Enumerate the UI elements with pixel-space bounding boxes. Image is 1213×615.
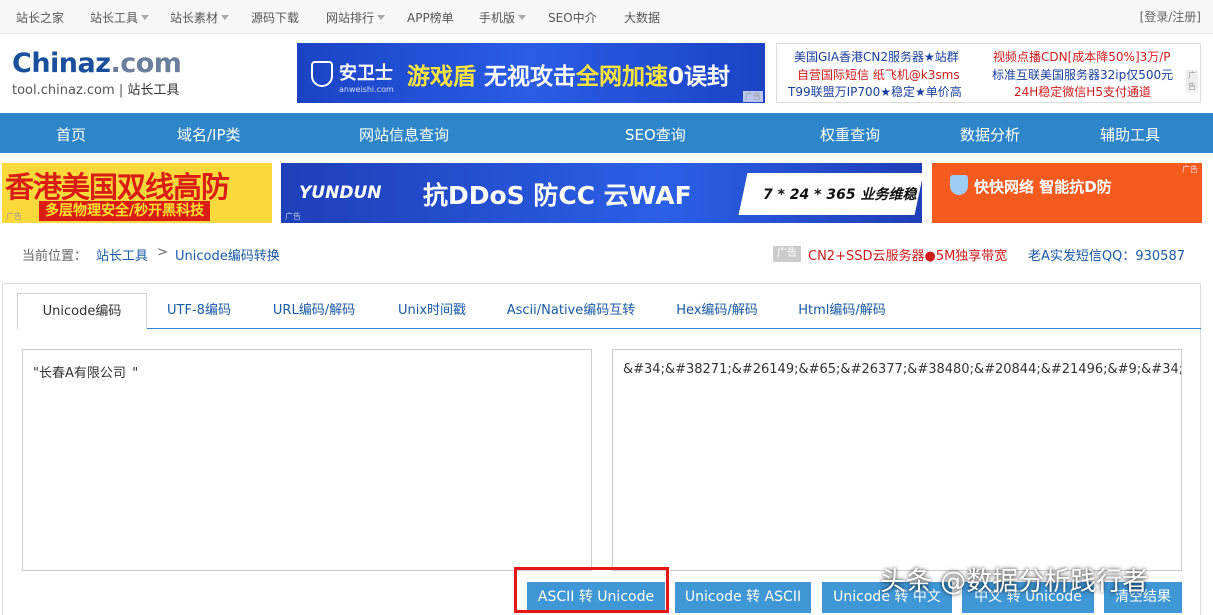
ad-tag: 广告 [1186, 70, 1198, 92]
logo-subtitle: tool.chinaz.com | 站长工具 [12, 83, 180, 98]
main-nav: 首页 域名/IP类 网站信息查询 SEO查询 权重查询 数据分析 辅助工具 [0, 113, 1213, 153]
mainnav-item-site-info[interactable]: 网站信息查询 [359, 124, 449, 145]
ad-brand: 安卫士 anweishi.com [339, 63, 394, 94]
ad-banner-hk-us[interactable]: 香港美国双线高防 多层物理安全/秒开黑科技 广告 [2, 163, 272, 223]
breadcrumb-link-tools[interactable]: 站长工具 [96, 245, 148, 264]
ad-link[interactable]: T99联盟万IP700★稳定★单价高 [788, 83, 962, 100]
breadcrumb-prefix: 当前位置： [22, 249, 88, 264]
topnav-item-home[interactable]: 站长之家 [16, 9, 64, 26]
chevron-down-icon [141, 15, 150, 20]
ad-link[interactable]: 自营国际短信 纸飞机@k3sms [797, 66, 960, 83]
tab-hex[interactable]: Hex编码/解码 [672, 293, 762, 329]
tab-url[interactable]: URL编码/解码 [269, 293, 359, 329]
highlight-box [514, 567, 669, 613]
tab-html[interactable]: Html编码/解码 [796, 293, 888, 329]
logo-wordmark: Chinaz.com [12, 48, 182, 79]
ad-subtitle: 多层物理安全/秒开黑科技 [39, 201, 211, 221]
login-link[interactable]: [登录/注册] [1140, 8, 1201, 25]
topnav-item-material[interactable]: 站长素材 [170, 9, 230, 26]
mainnav-item-domain-ip[interactable]: 域名/IP类 [177, 124, 241, 145]
mainnav-item-home[interactable]: 首页 [56, 124, 86, 145]
ad-tag: 广告 [285, 212, 301, 221]
ad-link[interactable]: 标准互联美国服务器32ip仅500元 [992, 66, 1173, 83]
source-textarea[interactable]: "长春A有限公司 " [22, 349, 592, 571]
topnav-item-app[interactable]: APP榜单 [407, 9, 454, 26]
topnav-item-source[interactable]: 源码下载 [251, 9, 299, 26]
tab-bar: Unicode编码 UTF-8编码 URL编码/解码 Unix时间戳 Ascii… [17, 293, 1201, 330]
ad-tag: 广告 [743, 91, 763, 102]
tab-utf8[interactable]: UTF-8编码 [162, 293, 236, 329]
ad-service-text: 7 * 24 * 365 业务维稳 [763, 187, 917, 203]
ad-brand: YUNDUN [299, 183, 382, 203]
ad-banner-anweishi[interactable]: 安卫士 anweishi.com 游戏盾 无视攻击全网加速0误封 广告 [297, 43, 765, 103]
breadcrumb-current: Unicode编码转换 [175, 249, 280, 264]
mainnav-item-seo[interactable]: SEO查询 [625, 124, 686, 145]
mainnav-item-analytics[interactable]: 数据分析 [960, 124, 1020, 145]
breadcrumb: 当前位置： 站长工具 > Unicode编码转换 广告 CN2+SSD云服务器●… [0, 232, 1213, 274]
ad-title: 香港美国双线高防 [5, 170, 230, 204]
tab-unix-time[interactable]: Unix时间戳 [395, 293, 469, 329]
shield-icon [311, 61, 333, 87]
ad-link[interactable]: 视频点播CDN[成本降50%]3万/P [993, 48, 1171, 65]
site-logo[interactable]: Chinaz.com tool.chinaz.com | 站长工具 [12, 48, 212, 100]
unicode-to-ascii-button[interactable]: Unicode 转 ASCII [675, 582, 811, 613]
watermark: 头条 @数据分析践行者 [880, 567, 1149, 597]
tab-ascii-native[interactable]: Ascii/Native编码互转 [505, 293, 637, 329]
topnav-item-bigdata[interactable]: 大数据 [624, 9, 660, 26]
ad-banner-kuaikuai[interactable]: 快快网络 智能抗D防 广告 [932, 163, 1202, 223]
chevron-down-icon [518, 15, 527, 20]
topnav-item-mobile[interactable]: 手机版 [479, 9, 527, 26]
ad-text-block: 美国GIA香港CN2服务器★站群 自营国际短信 纸飞机@k3sms T99联盟万… [776, 43, 1201, 103]
topnav-item-rank[interactable]: 网站排行 [326, 9, 386, 26]
ad-title: 快快网络 智能抗D防 [974, 178, 1112, 196]
shield-icon [950, 175, 968, 195]
ad-link[interactable]: 老A实发短信QQ：930587 [1028, 245, 1185, 264]
top-nav: 站长之家 站长工具 站长素材 源码下载 网站排行 APP榜单 手机版 SEO中介… [0, 0, 1213, 34]
ad-title: 抗DDoS 防CC 云WAF [423, 181, 692, 210]
mainnav-item-weight[interactable]: 权重查询 [820, 124, 880, 145]
breadcrumb-separator: > [157, 245, 168, 260]
ad-link[interactable]: 美国GIA香港CN2服务器★站群 [794, 48, 959, 65]
mainnav-item-aux-tools[interactable]: 辅助工具 [1100, 124, 1160, 145]
ad-tag: 广告 [6, 212, 22, 221]
topnav-item-tools[interactable]: 站长工具 [90, 9, 150, 26]
chevron-down-icon [377, 15, 386, 20]
ad-tag: 广告 [773, 246, 801, 262]
ad-tag: 广告 [1182, 165, 1198, 174]
ad-slogan: 游戏盾 无视攻击全网加速0误封 [407, 64, 731, 90]
chevron-down-icon [221, 15, 230, 20]
ad-link[interactable]: CN2+SSD云服务器●5M独享带宽 [808, 245, 1007, 264]
ad-service-box: 7 * 24 * 365 业务维稳 [738, 173, 922, 215]
tab-unicode[interactable]: Unicode编码 [17, 293, 147, 330]
ad-banner-yundun[interactable]: YUNDUN 抗DDoS 防CC 云WAF 7 * 24 * 365 业务维稳 … [281, 163, 922, 223]
ad-link[interactable]: 24H稳定微信H5支付通道 [1014, 83, 1151, 100]
topnav-item-seo[interactable]: SEO中介 [548, 9, 597, 26]
result-textarea[interactable]: &#34;&#38271;&#26149;&#65;&#26377;&#3848… [612, 349, 1182, 571]
